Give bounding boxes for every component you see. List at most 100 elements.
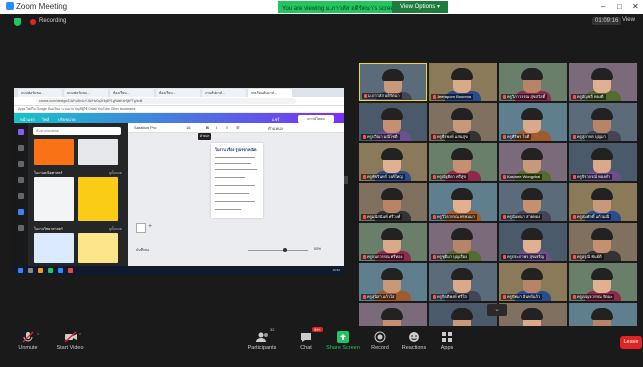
canva-resize-menu[interactable]: ปรับขนาด: [58, 116, 76, 123]
participant-tile[interactable]: ครูวิภาวรรณ สุขสวัสดิ์: [499, 63, 567, 101]
recording-label[interactable]: Recording: [39, 18, 66, 24]
templates-icon[interactable]: [18, 129, 24, 135]
zoom-slider[interactable]: [248, 250, 308, 251]
template-thumbnail[interactable]: [34, 139, 74, 165]
browser-tab[interactable]: งานสัปดาห์...: [202, 89, 246, 97]
bookmarks-bar[interactable]: Apps ไฟล์ใน Google ห้องเรียน ระบบงาน บัญ…: [14, 106, 344, 113]
text-icon[interactable]: [18, 177, 24, 183]
search-icon[interactable]: [28, 268, 33, 273]
app-taskbar-icon[interactable]: [68, 268, 73, 273]
browser-tab[interactable]: แบบฟอร์มขอ...: [64, 89, 108, 97]
participant-tile[interactable]: ครูศิริพร ใจดี: [499, 103, 567, 141]
participant-tile[interactable]: ครูนันทนา สายทอง: [499, 183, 567, 221]
windows-start-icon[interactable]: [18, 268, 23, 273]
participant-name-text: ครูสุนิสา แก้วใส: [367, 294, 395, 299]
participant-name-text: ครูสมศักดิ์ แก้วมณี: [577, 214, 610, 219]
minimize-icon[interactable]: –: [601, 2, 605, 11]
participant-name: ครูปัทมา อินทร์แก้ว: [501, 294, 543, 300]
participant-name-text: ครูพัชรินทร์ วงศ์ใหญ่: [367, 174, 403, 179]
start-video-button[interactable]: ⌃ Start Video: [48, 330, 92, 351]
apps-rail-icon[interactable]: [18, 209, 24, 215]
participant-tile[interactable]: Kasinee Wongchai: [499, 143, 567, 181]
template-thumbnail[interactable]: [78, 177, 118, 221]
file-explorer-icon[interactable]: [38, 268, 43, 273]
apps-button[interactable]: Apps: [425, 330, 469, 351]
canva-file-menu[interactable]: ไฟล์: [42, 116, 49, 123]
see-all-link[interactable]: ดูทั้งหมด: [109, 170, 122, 176]
participant-tile[interactable]: ครูชุติมา บุญเรือง: [429, 223, 497, 261]
url-field[interactable]: canva.com/design/DAFu8b4cYJA/Hv0qZrfq8P1…: [36, 98, 296, 104]
template-thumbnail[interactable]: [78, 233, 118, 263]
participant-tile[interactable]: ครูสมศักดิ์ แก้วมณี: [569, 183, 637, 221]
viewing-banner-text: You are viewing ม.ภาวลัส อดิรัตนา's scre…: [282, 6, 398, 12]
uploads-icon[interactable]: [18, 161, 24, 167]
elements-icon[interactable]: [18, 145, 24, 151]
canva-share-label[interactable]: แชร์: [272, 116, 279, 123]
position-button[interactable]: ตำแหน่ง: [268, 125, 283, 132]
participant-name: ครูกนกวรรณ ศรีทอง: [361, 254, 405, 260]
shared-screen[interactable]: แบบฟอร์มขอ... แบบฟอร์มขอ... ห้องเรียน...…: [14, 88, 344, 275]
participant-tile[interactable]: ครูพัชรินทร์ วงศ์ใหญ่: [359, 143, 427, 181]
chevron-down-icon[interactable]: ⌄: [487, 304, 507, 316]
participant-tile[interactable]: ครูอัญชลี ทองดี: [569, 63, 637, 101]
notes-button[interactable]: บันทึกย่อ: [136, 247, 149, 253]
see-all-link[interactable]: ดูทั้งหมด: [109, 226, 122, 232]
participant-tile[interactable]: ครูจิราภรณ์ ทองคำ: [569, 143, 637, 181]
participant-tile[interactable]: ม.ภาวลัส อดิรัตนา: [359, 63, 427, 101]
participant-tile[interactable]: ครูวิไลวรรณ พรหมมา: [429, 183, 497, 221]
bold-icon[interactable]: B: [206, 125, 209, 130]
font-selector[interactable]: Sarabun Pro: [134, 125, 156, 130]
security-shield-icon[interactable]: [14, 18, 21, 26]
canva-download-button[interactable]: ดาวน์โหลด: [298, 115, 334, 123]
browser-tab[interactable]: ห้องเรียน...: [156, 89, 200, 97]
canva-home-link[interactable]: หน้าแรก: [20, 116, 35, 123]
zoom-taskbar-icon[interactable]: [58, 268, 63, 273]
participant-hair: [451, 68, 473, 80]
participant-tile[interactable]: ครูอรุณี พันธ์ดี: [569, 223, 637, 261]
zoom-slider-handle[interactable]: [283, 248, 287, 252]
chrome-icon[interactable]: [48, 268, 53, 273]
mic-muted-icon: ⌃: [22, 330, 40, 343]
projects-icon[interactable]: [18, 193, 24, 199]
photos-icon[interactable]: [18, 225, 24, 231]
participant-tile[interactable]: ครูปวีณา มณีโชติ: [359, 103, 427, 141]
list-icon[interactable]: ☰: [236, 125, 240, 130]
align-icon[interactable]: ≡: [226, 125, 228, 130]
zoom-level[interactable]: 50%: [314, 247, 321, 251]
page-thumbnail[interactable]: [136, 223, 146, 233]
participants-button[interactable]: 32 Participants: [240, 327, 284, 351]
participant-hair: [381, 188, 403, 200]
participant-tile[interactable]: Jeeraporn Boonma: [429, 63, 497, 101]
font-size-field[interactable]: 16: [186, 125, 190, 130]
view-options-button[interactable]: View Options ▾: [392, 1, 448, 13]
template-thumbnail[interactable]: [34, 177, 74, 221]
template-thumbnail[interactable]: [78, 139, 118, 165]
participant-tile[interactable]: ครูธีรพงษ์ แสนสุข: [429, 103, 497, 141]
participant-tile[interactable]: ครูประภาพร สุขเจริญ: [499, 223, 567, 261]
splitter-handle[interactable]: [344, 176, 348, 184]
participant-tile[interactable]: ครูกิตติพงษ์ ศรีใส: [429, 263, 497, 301]
design-page-title[interactable]: ใบงาน เรื่อง รูปเรขาคณิต: [215, 147, 256, 153]
close-icon[interactable]: ✕: [632, 2, 639, 11]
participant-tile[interactable]: ครูเบญจวรรณ รัตนะ: [569, 263, 637, 301]
browser-tab[interactable]: ห้องเรียน...: [110, 89, 154, 97]
participant-tile[interactable]: ครูมนัสนันท์ ศรีวงศ์: [359, 183, 427, 221]
add-page-icon[interactable]: +: [148, 223, 152, 230]
leave-button[interactable]: Leave: [620, 336, 642, 349]
participant-tile[interactable]: ครูสุนิสา แก้วใส: [359, 263, 427, 301]
participant-tile[interactable]: ครูกนกวรรณ ศรีทอง: [359, 223, 427, 261]
design-page[interactable]: ใบงาน เรื่อง รูปเรขาคณิต: [211, 143, 263, 218]
mic-muted-icon: [364, 94, 367, 98]
view-button[interactable]: View: [622, 17, 635, 23]
participant-tile[interactable]: ครูณัฐธิดา ศรีสุข: [429, 143, 497, 181]
template-search-input[interactable]: ค้นหาเทมเพลต: [33, 127, 121, 135]
template-thumbnail[interactable]: [34, 233, 74, 263]
browser-tab-active[interactable]: บทเรียนสัปดาห์...: [248, 89, 292, 97]
browser-tab[interactable]: แบบฟอร์มขอ...: [18, 89, 62, 97]
participant-tile[interactable]: ครูสุภาพร บุญมา: [569, 103, 637, 141]
participant-name-text: ครูเบญจวรรณ รัตนะ: [577, 294, 613, 299]
unmute-button[interactable]: ⌃ Unmute: [6, 330, 50, 351]
maximize-icon[interactable]: □: [617, 2, 622, 11]
participant-tile[interactable]: ครูปัทมา อินทร์แก้ว: [499, 263, 567, 301]
italic-icon[interactable]: I: [216, 125, 217, 130]
